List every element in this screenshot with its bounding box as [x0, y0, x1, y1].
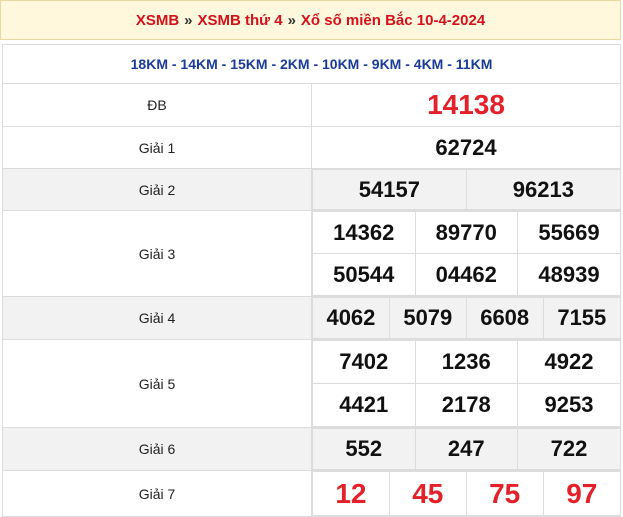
prize-g6-number: 247: [447, 436, 485, 461]
ticket-codes: 18KM - 14KM - 15KM - 2KM - 10KM - 9KM - …: [2, 44, 621, 84]
results-table: 18KM - 14KM - 15KM - 2KM - 10KM - 9KM - …: [2, 44, 621, 517]
prize-g6-number: 552: [345, 436, 383, 461]
prize-g1-number: 62724: [435, 134, 497, 160]
prize-g6-number: 722: [550, 436, 588, 461]
prize-label-g4: Giải 4: [2, 296, 312, 340]
prize-g7-number: 45: [412, 477, 444, 509]
prize-label-g6: Giải 6: [2, 427, 312, 471]
prize-g5-number: 2178: [441, 392, 491, 417]
prize-db-number: 14138: [427, 89, 505, 120]
prize-g7-number: 75: [489, 477, 521, 509]
prize-g4-number: 6608: [480, 305, 530, 330]
prize-label-g3: Giải 3: [2, 210, 312, 297]
prize-g5-number: 4922: [544, 349, 594, 374]
breadcrumb-separator: »: [287, 11, 296, 29]
prize-g5-number: 7402: [339, 349, 389, 374]
prize-g7-number: 97: [566, 477, 598, 509]
prize-g3-number: 04462: [435, 261, 497, 287]
prize-g3-number: 89770: [435, 219, 497, 245]
prize-g4-number: 4062: [326, 305, 376, 330]
prize-g3-number: 14362: [333, 219, 395, 245]
breadcrumb: XSMB » XSMB thứ 4 » Xổ số miền Bắc 10-4-…: [0, 0, 621, 40]
breadcrumb-xsmb-link[interactable]: XSMB: [136, 12, 179, 29]
prize-g4-number: 7155: [557, 305, 607, 330]
prize-g2-number: 54157: [358, 176, 420, 202]
prize-g5-cell: 7402 1236 4922 4421 2178 9253: [311, 339, 621, 428]
breadcrumb-separator: »: [184, 11, 193, 29]
prize-g7-cell: 12 45 75 97: [311, 470, 621, 517]
prize-g3-cell: 14362 89770 55669 50544 04462 48939: [311, 210, 621, 297]
prize-g5-number: 9253: [544, 392, 594, 417]
prize-g4-number: 5079: [403, 305, 453, 330]
prize-g2-cell: 54157 96213: [311, 168, 621, 211]
prize-g2-number: 96213: [512, 176, 574, 202]
prize-label-g7: Giải 7: [2, 470, 312, 517]
prize-g6-cell: 552 247 722: [311, 427, 621, 471]
breadcrumb-weekday-link[interactable]: XSMB thứ 4: [198, 12, 283, 29]
prize-db-cell: 14138: [311, 83, 621, 127]
prize-label-g2: Giải 2: [2, 168, 312, 211]
prize-g3-number: 55669: [538, 219, 600, 245]
prize-g5-number: 1236: [441, 349, 491, 374]
prize-label-g1: Giải 1: [2, 126, 312, 169]
prize-g5-number: 4421: [339, 392, 389, 417]
prize-g7-number: 12: [335, 477, 367, 509]
prize-g3-number: 48939: [538, 261, 600, 287]
prize-label-db: ĐB: [2, 83, 312, 127]
breadcrumb-date-link[interactable]: Xổ số miền Bắc 10-4-2024: [301, 12, 485, 29]
prize-g3-number: 50544: [333, 261, 395, 287]
results-widget: XSMB » XSMB thứ 4 » Xổ số miền Bắc 10-4-…: [0, 0, 623, 517]
prize-g4-cell: 4062 5079 6608 7155: [311, 296, 621, 340]
prize-label-g5: Giải 5: [2, 339, 312, 428]
prize-g1-cell: 62724: [311, 126, 621, 169]
